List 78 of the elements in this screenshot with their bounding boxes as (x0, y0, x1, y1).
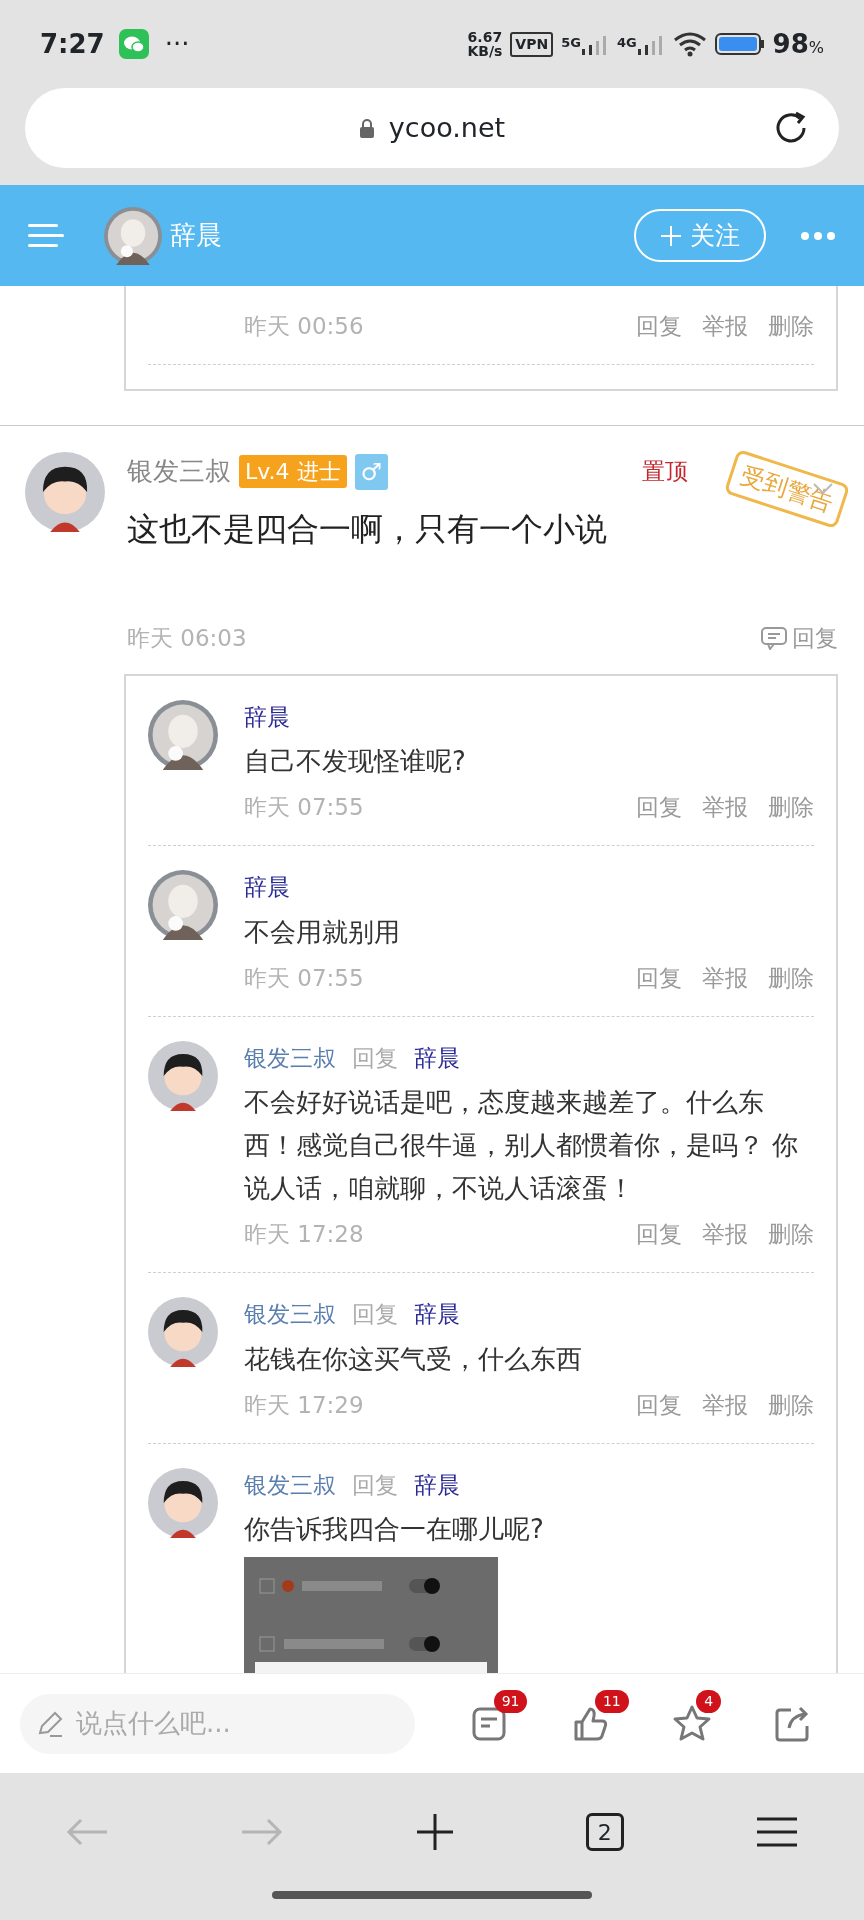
timestamp: 昨天 17:28 (244, 1220, 364, 1249)
reply-text: 不会好好说话是吧，态度越来越差了。什么东西！感觉自己很牛逼，别人都惯着你，是吗？ 你说人话，咱就聊，不说人话滚蛋！ (244, 1086, 800, 1205)
signal-icon (636, 33, 665, 55)
comment-field[interactable]: 说点什么吧... (20, 1693, 415, 1754)
reply-label: 回复 (352, 1300, 398, 1329)
avatar (148, 699, 218, 770)
clock-time: 7:27 (40, 27, 105, 61)
reply-text: 不会用就别用 (244, 915, 401, 949)
avatar (148, 1297, 218, 1367)
pinned-label: 置顶 (642, 457, 688, 487)
gender-badge: ♂ (354, 453, 389, 490)
action-link[interactable]: 回复 (636, 1382, 682, 1427)
action-link[interactable]: 举报 (702, 955, 748, 1000)
author-name[interactable]: 银发三叔 (244, 1467, 336, 1502)
comment-icon (760, 626, 788, 651)
timestamp: 昨天 17:29 (244, 1390, 364, 1420)
reply-text: 自己不发现怪谁呢? (244, 745, 467, 778)
reply-target[interactable]: 辞晨 (414, 1467, 460, 1502)
menu-icon[interactable] (754, 1816, 799, 1848)
action-link[interactable]: 回复 (636, 955, 682, 1000)
count-badge: 91 (493, 1689, 528, 1713)
speed-unit: KB/s (467, 44, 503, 58)
reply-target[interactable]: 辞晨 (414, 1040, 460, 1075)
avatar (148, 1467, 218, 1538)
timestamp: 昨天 06:03 (127, 624, 247, 653)
avatar (148, 870, 218, 940)
comment-input[interactable]: 说点什么吧... (74, 1703, 374, 1744)
timestamp: 昨天 00:56 (244, 312, 364, 341)
reply-label: 回复 (352, 1043, 398, 1073)
signal-icon (580, 33, 609, 55)
avatar (104, 206, 162, 265)
author-name[interactable]: 银发三叔 (244, 1040, 336, 1075)
level-badge: Lv.4 进士 (239, 455, 347, 488)
count-badge: 11 (594, 1689, 629, 1713)
action-link[interactable]: 举报 (702, 1382, 748, 1427)
plus-icon (660, 224, 682, 247)
network-speed: 6.67 (467, 30, 503, 44)
reply-label: 回复 (352, 1470, 398, 1500)
action-link[interactable]: 回复 (636, 304, 682, 348)
action-link[interactable]: 举报 (702, 785, 748, 829)
action-link[interactable]: 删除 (768, 304, 814, 348)
battery-icon (714, 32, 765, 56)
address-bar[interactable]: ycoo.net (25, 88, 839, 168)
battery-unit: % (808, 37, 824, 57)
timestamp: 昨天 07:55 (244, 963, 364, 993)
url-text: ycoo.net (388, 110, 506, 145)
timestamp: 昨天 07:55 (244, 793, 364, 822)
action-link[interactable]: 回复 (636, 1212, 682, 1256)
chat-app-icon (118, 29, 149, 59)
action-link[interactable]: 删除 (768, 785, 814, 829)
author-name[interactable]: 辞晨 (244, 870, 290, 905)
action-link[interactable]: 删除 (768, 955, 814, 1000)
author-name[interactable]: 银发三叔 (244, 1297, 336, 1332)
reply-text: 你告诉我四合一在哪儿呢? (244, 1513, 545, 1546)
wifi-icon (672, 31, 707, 57)
follow-button[interactable]: 关注 (634, 208, 766, 263)
network-type: 5G (561, 34, 581, 52)
action-link[interactable]: 删除 (768, 1382, 814, 1427)
action-link[interactable]: 删除 (768, 1212, 814, 1256)
plus-icon[interactable] (415, 1812, 455, 1852)
author-name[interactable]: 辞晨 (244, 699, 290, 734)
user-name: 辞晨 (170, 219, 222, 252)
network-type: 4G (616, 34, 637, 52)
vpn-indicator: VPN (510, 31, 554, 57)
lock-icon (358, 118, 375, 138)
action-link[interactable]: 举报 (702, 1212, 748, 1256)
battery-level: 98 (772, 28, 809, 59)
action-link[interactable]: 回复 (636, 785, 682, 829)
reply-button[interactable]: 回复 (760, 621, 838, 656)
count-badge: 4 (696, 1689, 722, 1713)
avatar (148, 1040, 218, 1111)
reply-text: 花钱在你这买气受，什么东西 (244, 1342, 583, 1376)
comment-text: 这也不是四合一啊，只有一个小说 (127, 509, 608, 550)
reply-target[interactable]: 辞晨 (414, 1297, 460, 1332)
action-link[interactable]: 举报 (702, 304, 748, 348)
notification-more: ··· (164, 27, 190, 61)
tabs-button[interactable]: 2 (585, 1813, 624, 1851)
author-name: 银发三叔 (127, 455, 231, 488)
